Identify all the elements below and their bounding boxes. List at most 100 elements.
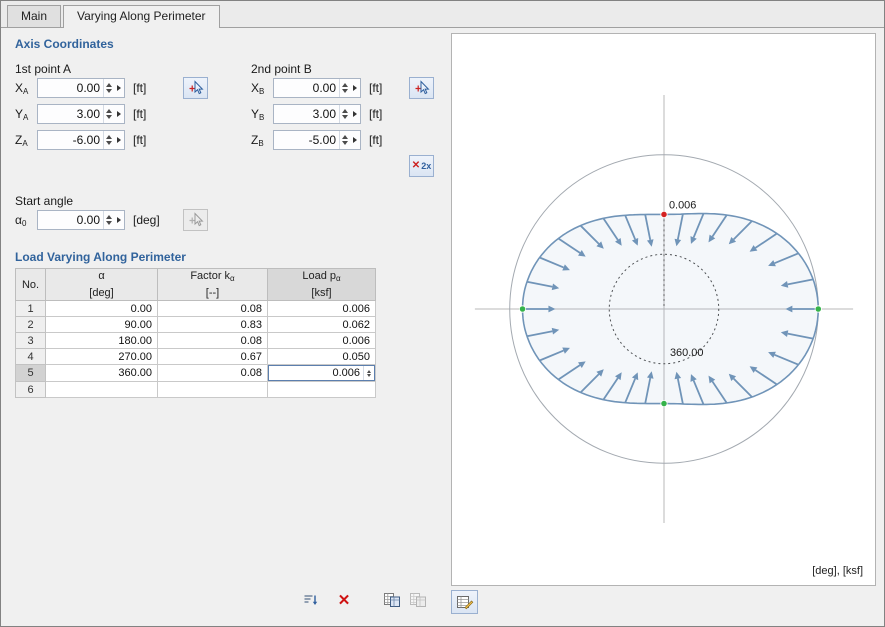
diagram-units-label: [deg], [ksf] <box>812 565 863 577</box>
zb-spinner[interactable] <box>339 131 350 149</box>
angle-cell[interactable]: 0.00 <box>45 300 158 317</box>
axis-coordinates-title: Axis Coordinates <box>15 37 114 51</box>
load-cell[interactable]: 0.006 <box>267 332 376 349</box>
tab-main[interactable]: Main <box>7 5 62 27</box>
ya-input[interactable]: 3.00 <box>37 104 125 124</box>
factor-cell[interactable]: 0.08 <box>157 300 268 317</box>
za-expander-icon[interactable] <box>114 131 124 149</box>
za-unit: [ft] <box>133 133 147 147</box>
xa-expander-icon[interactable] <box>114 79 124 97</box>
ya-spinner[interactable] <box>103 105 114 123</box>
row-number[interactable]: 4 <box>15 348 46 365</box>
za-label: ZA <box>15 132 28 148</box>
export-table-button <box>405 588 431 612</box>
za-input[interactable]: -6.00 <box>37 130 125 150</box>
xa-unit: [ft] <box>133 81 147 95</box>
xb-unit: [ft] <box>369 81 383 95</box>
table-row: 2 90.00 0.83 0.062 <box>15 316 376 333</box>
alpha0-expander-icon[interactable] <box>114 211 124 229</box>
yb-input[interactable]: 3.00 <box>273 104 361 124</box>
tab-bar: Main Varying Along Perimeter <box>1 1 884 28</box>
factor-cell[interactable]: 0.08 <box>157 364 268 382</box>
zb-expander-icon[interactable] <box>350 131 360 149</box>
load-cell[interactable]: 0.050 <box>267 348 376 365</box>
svg-text:0.006: 0.006 <box>669 199 696 211</box>
xa-input[interactable]: 0.00 <box>37 78 125 98</box>
coord-row-xb: XB 0.00 [ft] <box>251 78 382 98</box>
coord-row-alpha0: α0 0.00 [deg] <box>15 210 160 230</box>
zb-label: ZB <box>251 132 264 148</box>
zb-input[interactable]: -5.00 <box>273 130 361 150</box>
table-toolbar: ✕ <box>297 588 431 612</box>
ya-unit: [ft] <box>133 107 147 121</box>
sort-rows-icon <box>304 595 318 605</box>
zb-unit: [ft] <box>369 133 383 147</box>
polar-load-diagram: 0.006 360.00 <box>474 95 854 523</box>
row-number[interactable]: 3 <box>15 332 46 349</box>
edit-diagram-icon <box>456 596 473 610</box>
coord-row-za: ZA -6.00 [ft] <box>15 130 146 150</box>
xb-input[interactable]: 0.00 <box>273 78 361 98</box>
pick-two-points-button[interactable]: ✕ 2x <box>409 155 434 177</box>
angle-cell[interactable]: 270.00 <box>45 348 158 365</box>
load-cell-editing[interactable]: 0.006 <box>267 364 376 382</box>
load-table: No. α [deg] Factor kα [--] Load pα [ksf] <box>15 268 376 398</box>
table-row: 4 270.00 0.67 0.050 <box>15 348 376 365</box>
import-table-icon <box>384 593 400 607</box>
table-row: 5 360.00 0.08 0.006 <box>15 364 376 382</box>
load-cell[interactable]: 0.006 <box>267 300 376 317</box>
col-header-factor: Factor kα [--] <box>157 268 268 301</box>
factor-cell[interactable] <box>157 381 268 398</box>
dialog-content: Axis Coordinates 1st point A 2nd point B… <box>1 28 884 626</box>
xa-label: XA <box>15 80 29 96</box>
factor-cell[interactable]: 0.67 <box>157 348 268 365</box>
col-header-no: No. <box>15 268 46 301</box>
load-cell[interactable] <box>267 381 376 398</box>
delete-all-icon: ✕ <box>337 591 351 609</box>
ya-expander-icon[interactable] <box>114 105 124 123</box>
col-header-alpha: α [deg] <box>45 268 158 301</box>
alpha0-label: α0 <box>15 212 27 228</box>
xb-spinner[interactable] <box>339 79 350 97</box>
pick-cursor-icon <box>415 80 430 95</box>
yb-expander-icon[interactable] <box>350 105 360 123</box>
pick-angle-button <box>183 209 208 231</box>
svg-text:360.00: 360.00 <box>670 347 703 359</box>
alpha0-input[interactable]: 0.00 <box>37 210 125 230</box>
tab-varying-along-perimeter[interactable]: Varying Along Perimeter <box>63 5 220 28</box>
row-number[interactable]: 5 <box>15 364 46 382</box>
export-table-icon <box>410 593 426 607</box>
col-header-load: Load pα [ksf] <box>267 268 376 301</box>
row-number[interactable]: 2 <box>15 316 46 333</box>
xb-expander-icon[interactable] <box>350 79 360 97</box>
import-table-button[interactable] <box>379 588 405 612</box>
alpha0-spinner[interactable] <box>103 211 114 229</box>
xb-label: XB <box>251 80 265 96</box>
angle-cell[interactable] <box>45 381 158 398</box>
yb-spinner[interactable] <box>339 105 350 123</box>
delete-all-rows-button[interactable]: ✕ <box>331 588 357 612</box>
pick-point-a-button[interactable] <box>183 77 208 99</box>
ya-label: YA <box>15 106 29 122</box>
za-spinner[interactable] <box>103 131 114 149</box>
pick-cursor-icon-disabled <box>189 212 204 227</box>
load-cell-spinner[interactable] <box>363 366 374 380</box>
angle-cell[interactable]: 360.00 <box>45 364 158 382</box>
row-number[interactable]: 1 <box>15 300 46 317</box>
point-a-label: 1st point A <box>15 62 72 76</box>
pick-point-b-button[interactable] <box>409 77 434 99</box>
sort-rows-button[interactable] <box>297 588 323 612</box>
coord-row-yb: YB 3.00 [ft] <box>251 104 382 124</box>
load-table-title: Load Varying Along Perimeter <box>15 250 186 264</box>
load-cell[interactable]: 0.062 <box>267 316 376 333</box>
start-angle-label: Start angle <box>15 194 74 208</box>
diagram-settings-button[interactable] <box>451 590 478 614</box>
factor-cell[interactable]: 0.08 <box>157 332 268 349</box>
angle-cell[interactable]: 90.00 <box>45 316 158 333</box>
coord-row-zb: ZB -5.00 [ft] <box>251 130 382 150</box>
factor-cell[interactable]: 0.83 <box>157 316 268 333</box>
two-x-label: 2x <box>421 161 432 171</box>
row-number[interactable]: 6 <box>15 381 46 398</box>
xa-spinner[interactable] <box>103 79 114 97</box>
angle-cell[interactable]: 180.00 <box>45 332 158 349</box>
